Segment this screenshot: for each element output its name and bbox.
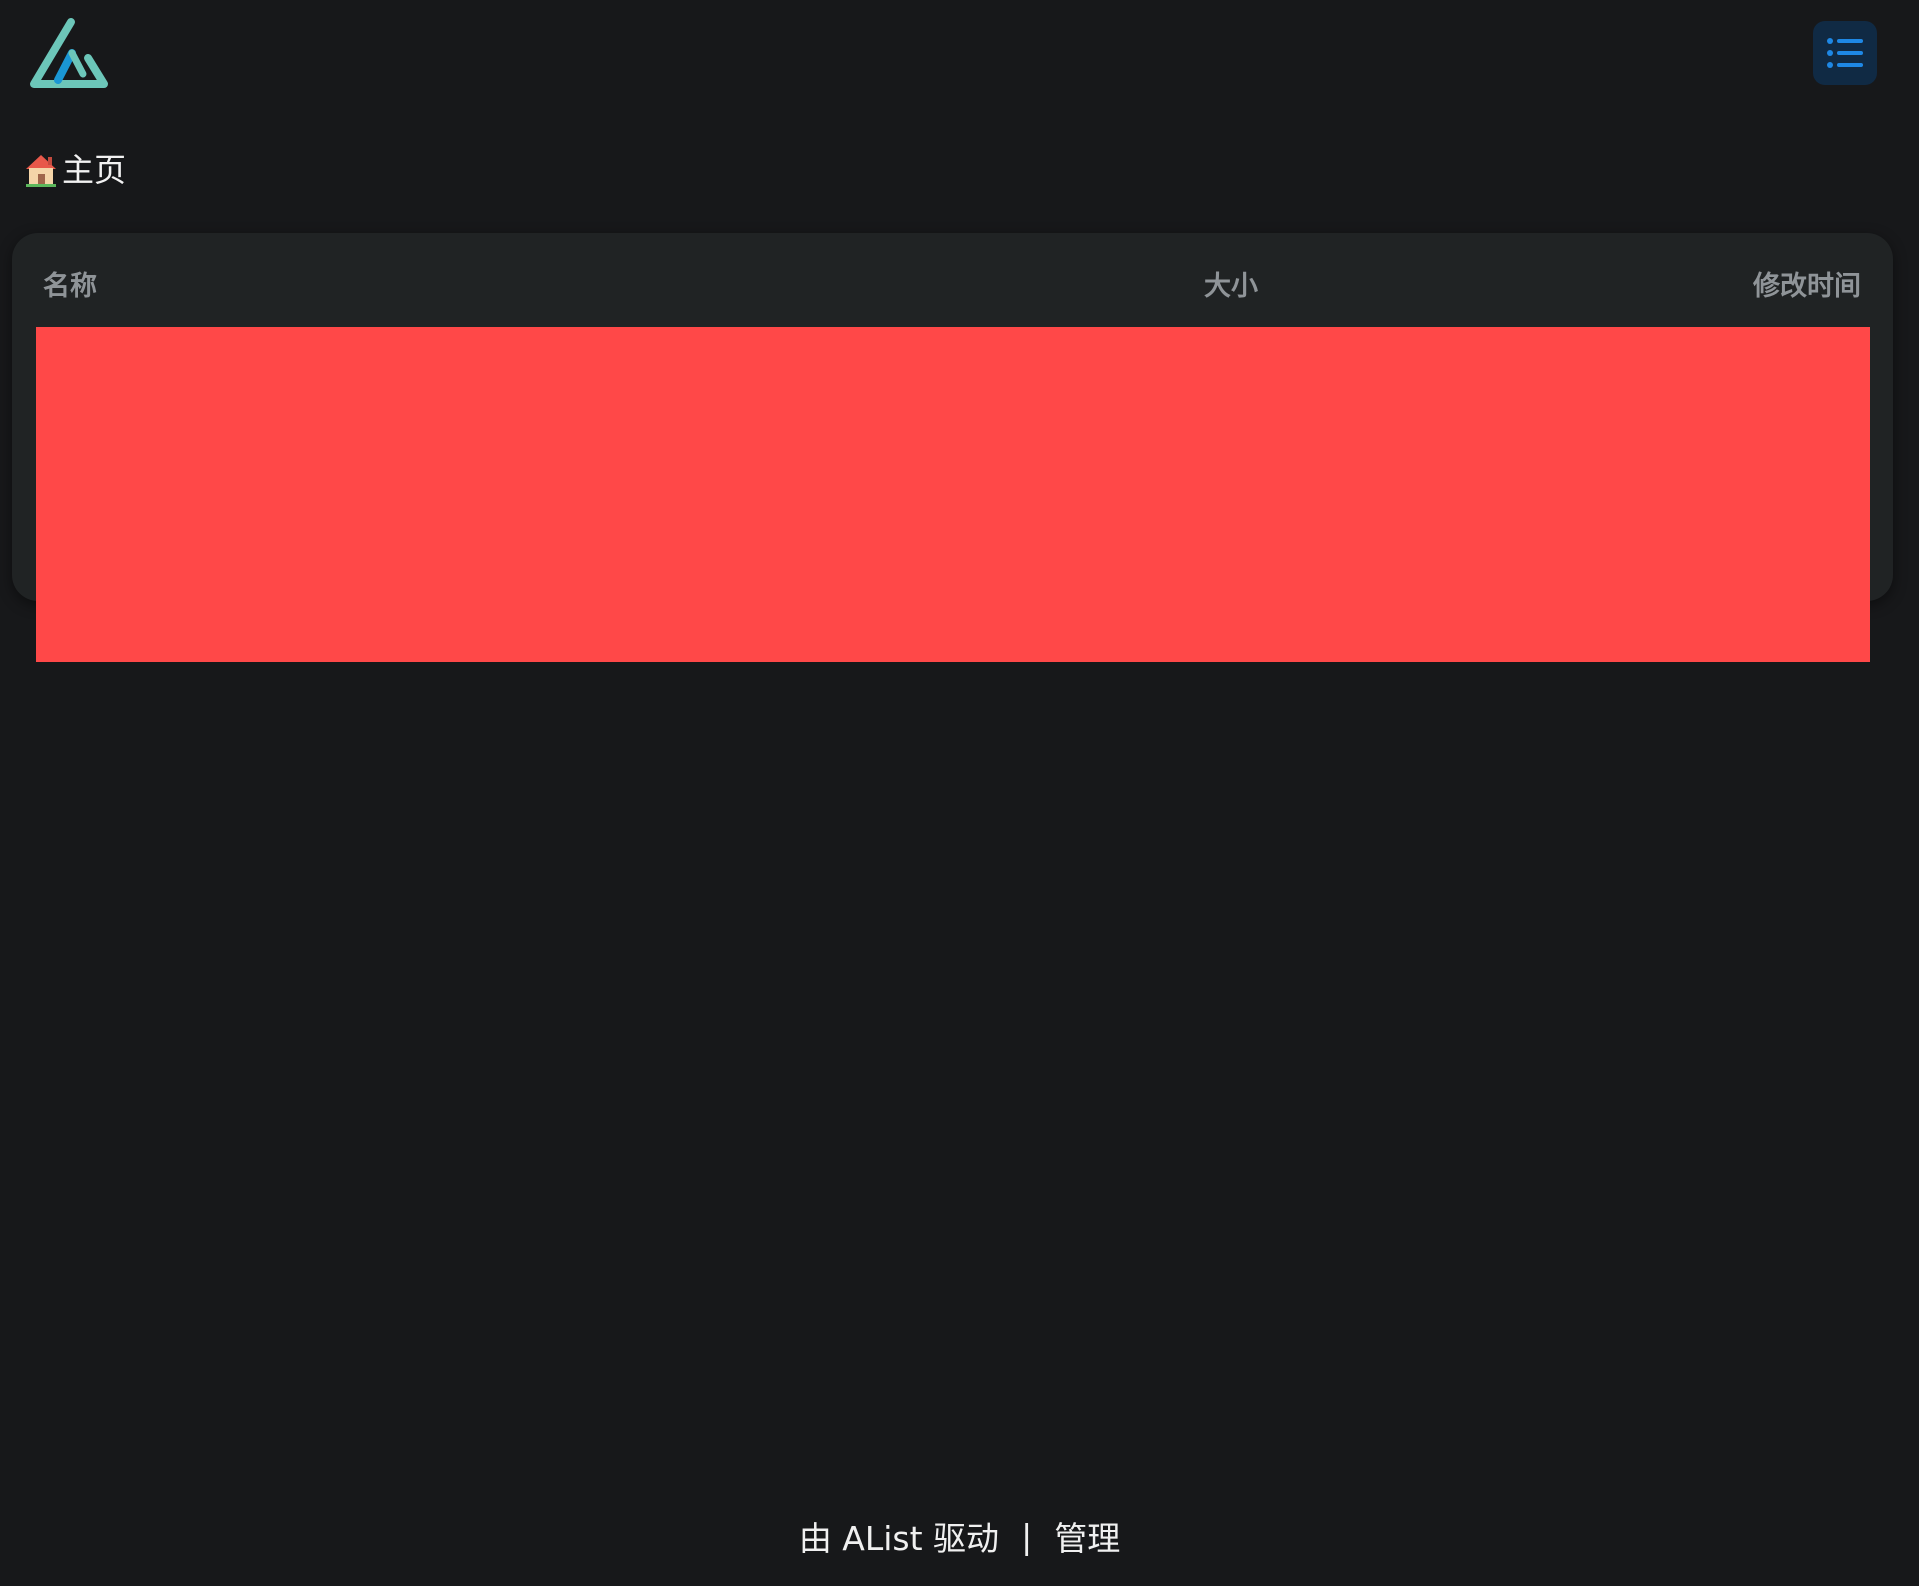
column-header-name[interactable]: 名称	[43, 269, 97, 305]
powered-by-link[interactable]: 由 AList 驱动	[799, 1512, 999, 1560]
footer: 由 AList 驱动 | 管理	[0, 1512, 1919, 1560]
list-menu-icon	[1827, 38, 1863, 68]
menu-button[interactable]	[1813, 21, 1877, 85]
house-emoji-icon	[26, 155, 56, 187]
manage-link[interactable]: 管理	[1054, 1512, 1120, 1560]
breadcrumb-label: 主页	[62, 151, 127, 189]
page: 主页 名称 大小 修改时间 由 AList 驱动 | 管理	[0, 0, 1919, 1586]
table-header: 名称 大小 修改时间	[12, 233, 1893, 329]
column-header-size[interactable]: 大小	[1204, 269, 1258, 305]
alist-logo-icon[interactable]	[28, 16, 114, 92]
column-header-modified[interactable]: 修改时间	[1753, 269, 1861, 305]
footer-separator: |	[1021, 1516, 1033, 1556]
breadcrumb-home[interactable]: 主页	[24, 148, 126, 192]
redacted-overlay	[36, 327, 1870, 662]
